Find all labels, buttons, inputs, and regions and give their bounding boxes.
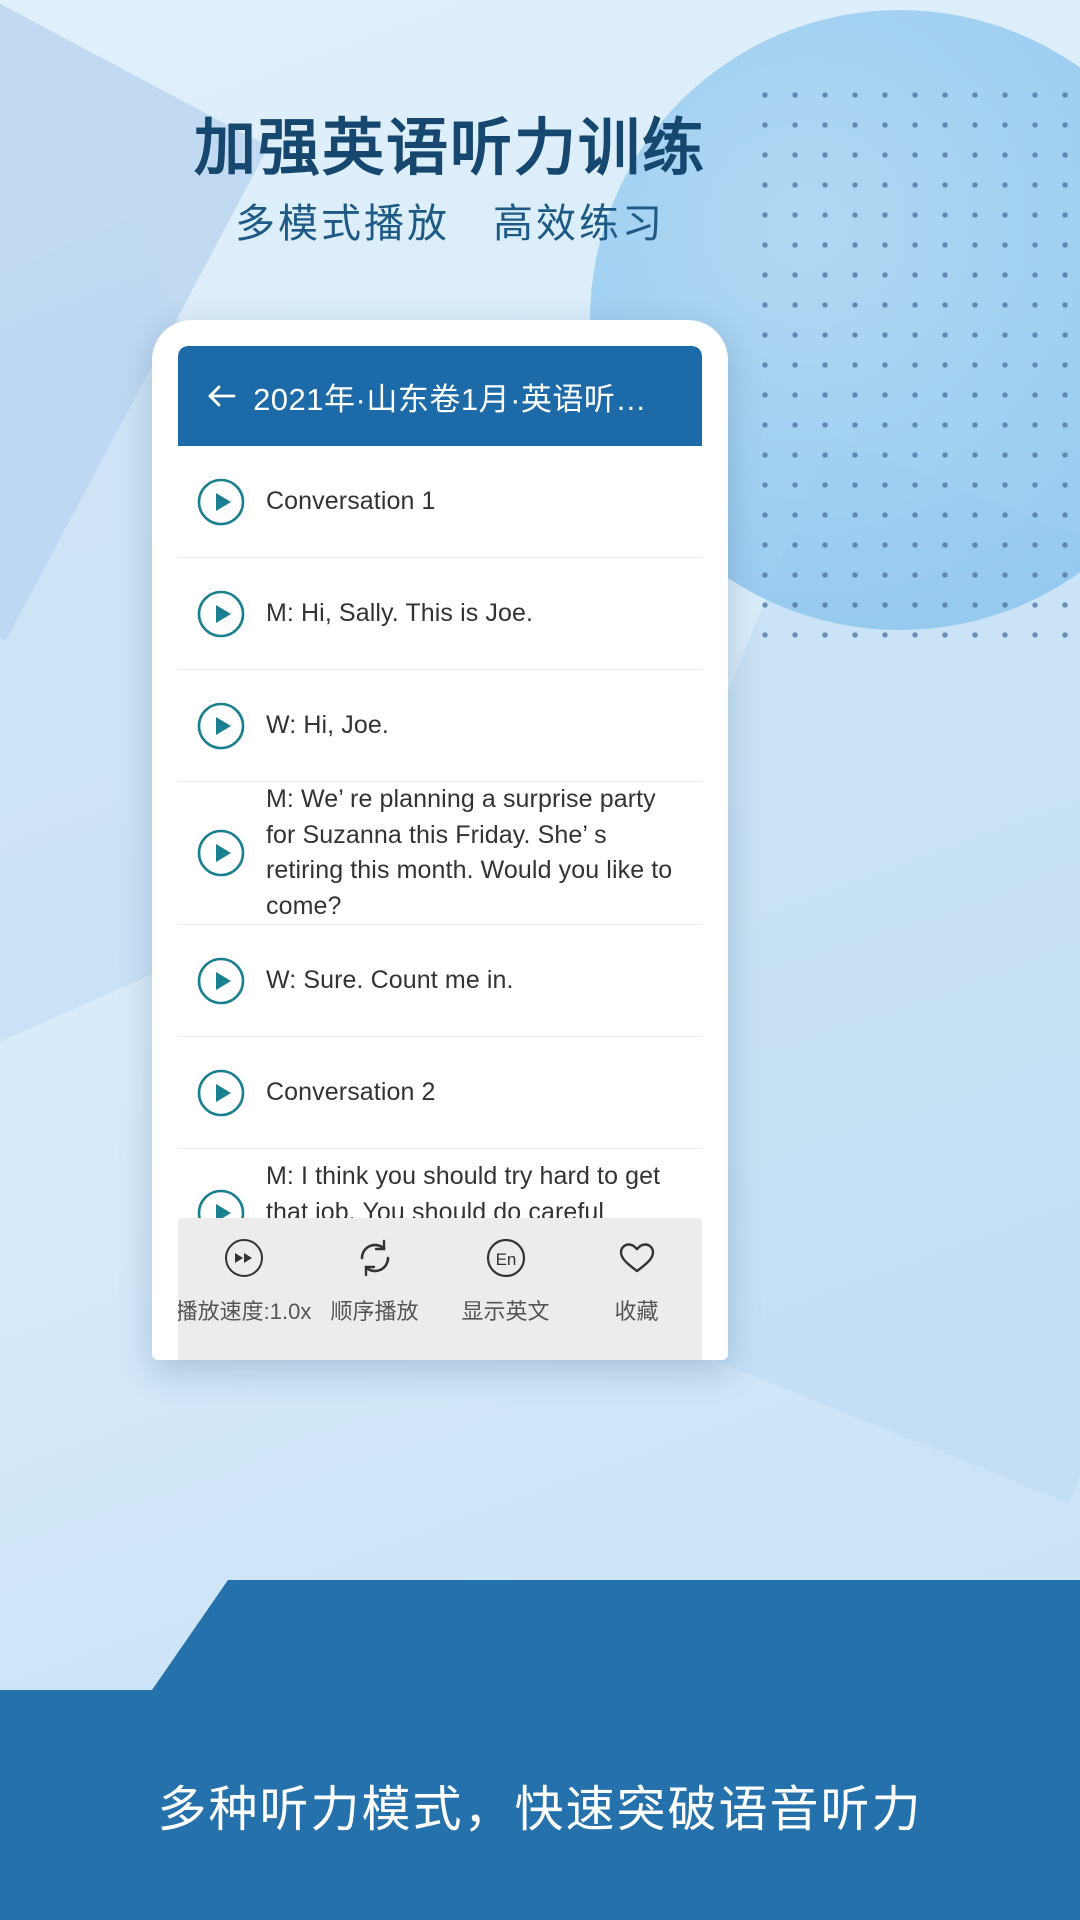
play-icon[interactable] [196, 956, 246, 1006]
promo-subheadline: 多模式播放 高效练习 [235, 202, 665, 246]
list-item[interactable]: W: Sure. Count me in. [178, 925, 702, 1037]
promo-page: 加强英语听力训练 多模式播放 高效练习 2021年·山东卷1月·英语听… Con… [0, 0, 1080, 1920]
toolbar-label: 播放速度:1.0x [178, 1299, 312, 1324]
banner-wedge [152, 1580, 1080, 1690]
toolbar-label: 顺序播放 [330, 1299, 419, 1324]
transcript-list: Conversation 1 M: Hi, Sally. This is Joe… [178, 446, 702, 1218]
list-item-text: W: Hi, Joe. [266, 710, 389, 739]
app-bar-title: 2021年·山东卷1月·英语听… [253, 381, 647, 417]
list-item-text: Conversation 1 [266, 486, 436, 515]
list-item-text: M: I think you should try hard to get th… [266, 1162, 661, 1218]
play-icon[interactable] [196, 1188, 246, 1218]
en-circle-icon[interactable]: En [482, 1234, 530, 1282]
toolbar-item-show-english[interactable]: En 显示英文 [440, 1234, 571, 1326]
heart-outline-icon[interactable] [613, 1234, 661, 1282]
play-icon[interactable] [196, 1068, 246, 1118]
toolbar-item-favorite[interactable]: 收藏 [571, 1234, 702, 1326]
list-item[interactable]: M: Hi, Sally. This is Joe. [178, 558, 702, 670]
play-icon[interactable] [196, 589, 246, 639]
toolbar-label: 收藏 [614, 1299, 659, 1324]
list-item[interactable]: Conversation 1 [178, 446, 702, 558]
fast-forward-circle-icon[interactable] [220, 1234, 268, 1282]
app-bar: 2021年·山东卷1月·英语听… [178, 346, 702, 446]
app-screen: 2021年·山东卷1月·英语听… Conversation 1 M: Hi, S… [178, 346, 702, 1360]
promo-headline: 加强英语听力训练 [193, 114, 706, 183]
list-item[interactable]: W: Hi, Joe. [178, 670, 702, 782]
svg-text:En: En [495, 1250, 516, 1269]
play-icon[interactable] [196, 477, 246, 527]
list-item-text: Conversation 2 [266, 1077, 436, 1106]
list-item-text: M: We’ re planning a surprise party for … [266, 785, 673, 920]
list-item[interactable]: M: I think you should try hard to get th… [178, 1149, 702, 1218]
play-icon[interactable] [196, 828, 246, 878]
loop-repeat-icon[interactable] [351, 1234, 399, 1282]
toolbar-label: 显示英文 [461, 1299, 550, 1324]
toolbar-item-playback-speed[interactable]: 播放速度:1.0x [178, 1234, 312, 1326]
toolbar-item-play-order[interactable]: 顺序播放 [309, 1234, 440, 1326]
play-icon[interactable] [196, 701, 246, 751]
player-toolbar: 播放速度:1.0x 顺序播放 En 显示英文 收藏 [178, 1218, 702, 1360]
list-item-text: W: Sure. Count me in. [266, 965, 514, 994]
list-item-text: M: Hi, Sally. This is Joe. [266, 598, 534, 627]
phone-mockup: 2021年·山东卷1月·英语听… Conversation 1 M: Hi, S… [152, 320, 728, 1360]
list-item[interactable]: M: We’ re planning a surprise party for … [178, 782, 702, 925]
list-item[interactable]: Conversation 2 [178, 1037, 702, 1149]
back-arrow-icon[interactable] [194, 368, 250, 424]
banner-text: 多种听力模式，快速突破语音听力 [157, 1782, 923, 1837]
